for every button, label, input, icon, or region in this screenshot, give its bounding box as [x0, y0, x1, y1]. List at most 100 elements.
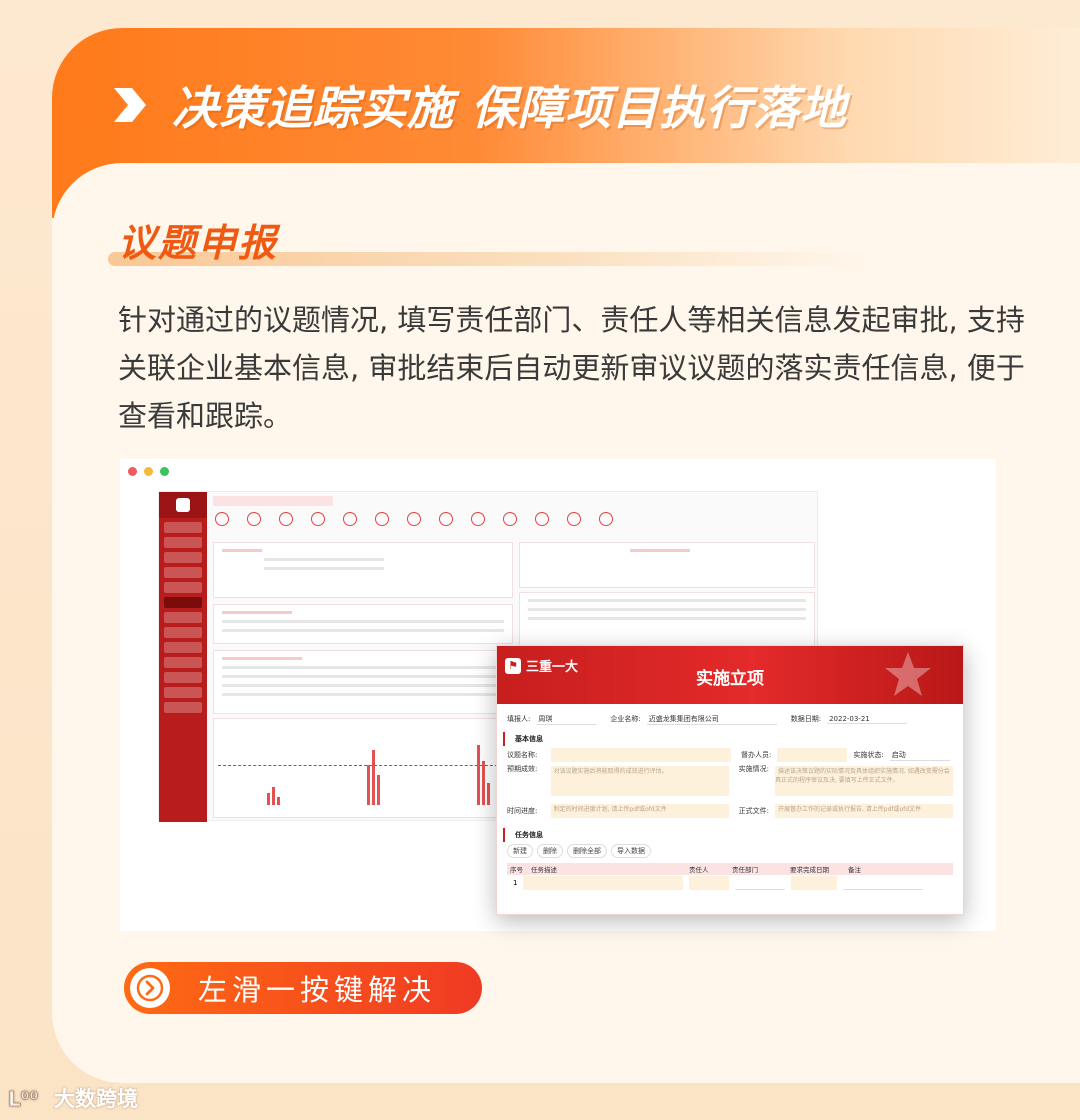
table-row: 1 — [507, 875, 953, 891]
col-due-date: 要求完成日期 — [790, 866, 829, 874]
bar — [477, 745, 480, 805]
maximize-dot-icon — [160, 467, 169, 476]
col-owner: 责任人 — [689, 866, 709, 874]
topic-row: 议题名称: 督办人员: 实施状态: 启动 — [497, 746, 963, 764]
panel-line — [222, 657, 302, 660]
bar — [372, 750, 375, 805]
bar — [272, 787, 275, 805]
status-label: 实施状态: — [853, 751, 884, 759]
panel-line — [264, 567, 384, 570]
implementation-dialog: ⚑ 三重一大 实施立项 填报人: 周琪 企业名称: 迈盛龙集集团有限公司 数据日… — [496, 645, 964, 915]
col-department: 责任部门 — [732, 866, 758, 874]
quick-icon — [343, 512, 357, 526]
panel-line — [528, 608, 806, 611]
status-panel — [519, 592, 815, 652]
sidebar-item — [164, 672, 202, 683]
expected-placeholder: 对该议题实施后将能取得的成效进行评估。 — [553, 768, 668, 775]
panel-line — [528, 617, 806, 620]
panel-line — [630, 549, 690, 552]
app-logo-icon — [159, 492, 207, 518]
sidebar-item — [164, 702, 202, 713]
chevron-right-icon — [108, 84, 150, 126]
description-text: 针对通过的议题情况, 填写责任部门、责任人等相关信息发起审批, 支持关联企业基本… — [118, 303, 1025, 433]
sidebar-item — [164, 567, 202, 578]
quick-icon — [311, 512, 325, 526]
panel-line — [222, 693, 504, 696]
handler-input[interactable] — [777, 748, 848, 762]
import-data-button[interactable]: 导入数据 — [611, 844, 651, 858]
app-sidebar — [159, 492, 207, 822]
department-input[interactable] — [735, 876, 786, 890]
due-date-input[interactable] — [791, 876, 838, 890]
bar — [487, 783, 490, 805]
remark-input[interactable] — [843, 876, 924, 890]
official-label: 正式文件: — [738, 807, 769, 815]
chart-panel — [519, 542, 815, 588]
sidebar-item — [164, 582, 202, 593]
delete-button[interactable]: 删除 — [537, 844, 563, 858]
app-screenshot: ⚑ 三重一大 实施立项 填报人: 周琪 企业名称: 迈盛龙集集团有限公司 数据日… — [120, 459, 996, 931]
section-title: 议题申报 — [118, 221, 279, 265]
svg-text:L⁰⁰: L⁰⁰ — [8, 1087, 38, 1110]
sidebar-item — [164, 552, 202, 563]
owner-input[interactable] — [689, 876, 730, 890]
bar-chart-panel — [213, 718, 513, 818]
situation-placeholder: 描述该决策议题的实际情况及具体组织实施情况, 如遇改变需分会具正式的程序审议及决… — [774, 768, 950, 784]
quick-icon — [503, 512, 517, 526]
sidebar-item — [164, 627, 202, 638]
watermark: L⁰⁰ 大数跨境 — [8, 1083, 138, 1113]
watermark-logo-icon: L⁰⁰ — [8, 1087, 39, 1110]
date-field[interactable]: 2022-03-21 — [827, 715, 908, 724]
sidebar-item — [164, 537, 202, 548]
headline: 决策追踪实施 保障项目执行落地 — [108, 70, 847, 140]
sidebar-item — [164, 522, 202, 533]
bar — [377, 775, 380, 805]
row-index: 1 — [513, 879, 518, 887]
new-button[interactable]: 新建 — [507, 844, 533, 858]
bar — [482, 761, 485, 805]
task-description-input[interactable] — [523, 876, 684, 890]
section-basic-info: 基本信息 — [503, 732, 963, 746]
headline-text: 决策追踪实施 保障项目执行落地 — [172, 81, 848, 135]
panel-line — [222, 611, 292, 614]
dialog-meta-row: 填报人: 周琪 企业名称: 迈盛龙集集团有限公司 数据日期: 2022-03-2… — [497, 710, 963, 728]
sidebar-item — [164, 612, 202, 623]
panel-line — [528, 599, 806, 602]
slide-cta-button[interactable]: 左滑一按键解决 — [124, 962, 482, 1014]
quick-icon — [471, 512, 485, 526]
col-remark: 备注 — [848, 866, 861, 874]
close-dot-icon — [128, 467, 137, 476]
panel-line — [222, 549, 262, 552]
situation-input[interactable]: 描述该决策议题的实际情况及具体组织实施情况, 如遇改变需分会具正式的程序审议及决… — [774, 766, 953, 796]
topic-name-input[interactable] — [551, 748, 731, 762]
task-toolbar: 新建 删除 删除全部 导入数据 — [497, 842, 963, 860]
task-table-header: 序号 任务描述 责任人 责任部门 要求完成日期 备注 — [507, 863, 953, 875]
schedule-row: 时间进度: 制定的时间进度计划, 请上传pdf或ofd文件 正式文件: 开展督办… — [497, 798, 963, 824]
minimize-dot-icon — [144, 467, 153, 476]
quick-icon — [375, 512, 389, 526]
schedule-input[interactable]: 制定的时间进度计划, 请上传pdf或ofd文件 — [550, 804, 729, 818]
company-field[interactable]: 迈盛龙集集团有限公司 — [646, 714, 777, 725]
filler-field[interactable]: 周琪 — [536, 714, 597, 725]
todo-panel — [213, 604, 513, 644]
sidebar-item — [164, 657, 202, 668]
sidebar-item — [164, 642, 202, 653]
handler-label: 督办人员: — [741, 751, 772, 759]
quick-icon — [279, 512, 293, 526]
stats-panel — [213, 542, 513, 598]
quick-icon — [567, 512, 581, 526]
quick-icon — [535, 512, 549, 526]
quick-icon — [439, 512, 453, 526]
star-icon — [885, 652, 931, 696]
official-input[interactable]: 开展督办工作的记录或执行报告, 请上传pdf或ofd文件 — [774, 804, 953, 818]
status-select[interactable]: 启动 — [889, 750, 950, 761]
sidebar-item-active — [164, 597, 202, 608]
cta-text: 左滑一按键解决 — [198, 973, 437, 1007]
panel-line — [264, 558, 384, 561]
quick-icon — [247, 512, 261, 526]
bar — [277, 797, 280, 805]
panel-line — [222, 666, 504, 669]
company-label: 企业名称: — [610, 715, 641, 723]
delete-all-button[interactable]: 删除全部 — [567, 844, 607, 858]
expected-input[interactable]: 对该议题实施后将能取得的成效进行评估。 — [550, 766, 729, 796]
